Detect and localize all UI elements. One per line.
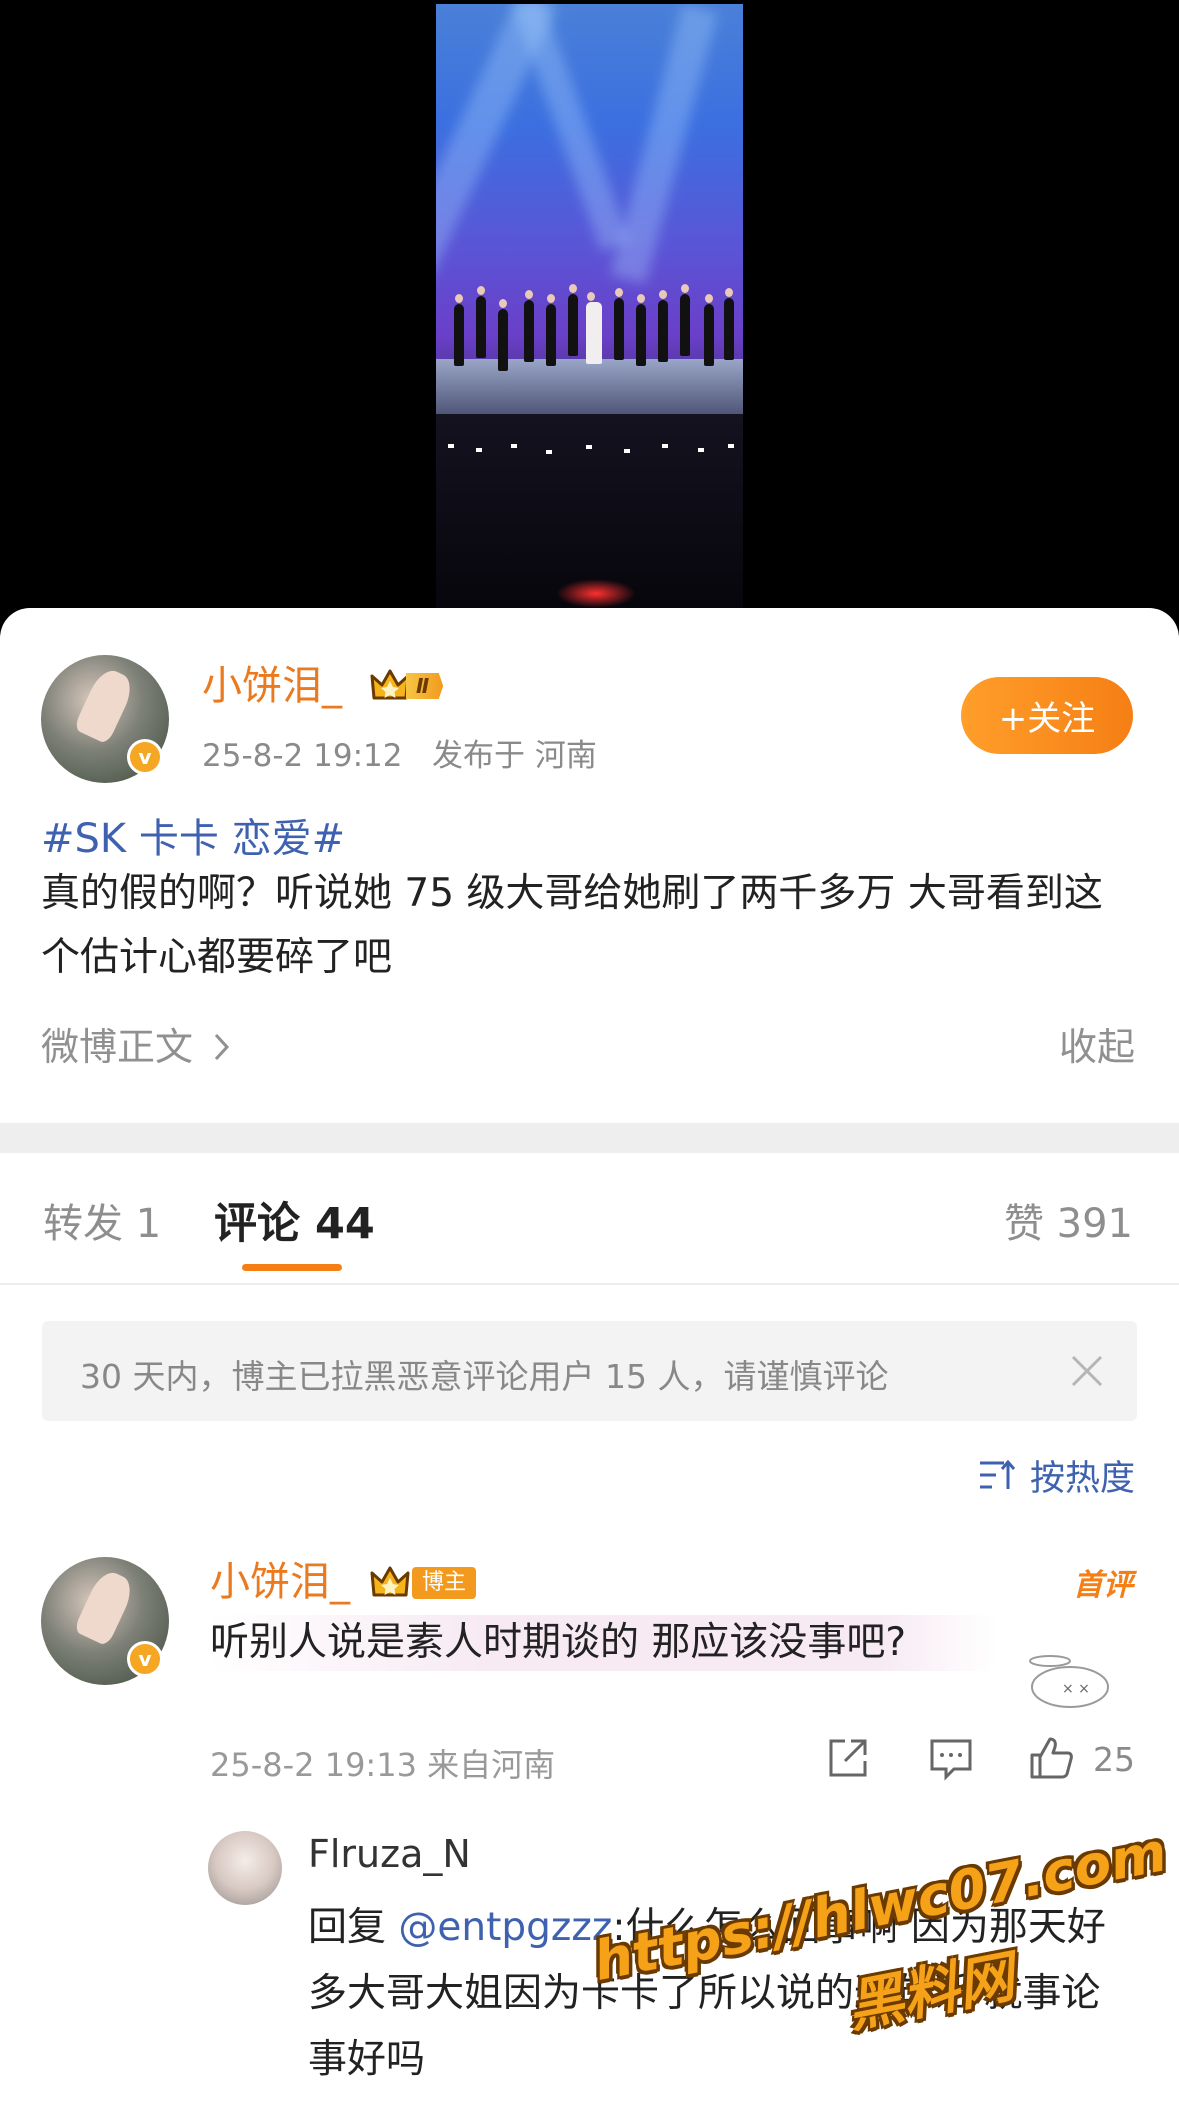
- first-comment-badge: 首评: [1073, 1568, 1133, 1603]
- chevron-right-icon: [215, 1033, 230, 1061]
- follow-button[interactable]: +关注: [961, 677, 1133, 754]
- level-tag: Ⅱ: [406, 673, 444, 699]
- member-level-badge[interactable]: Ⅱ: [370, 668, 444, 704]
- block-notice-text: 30 天内，博主已拉黑恶意评论用户 15 人，请谨慎评论: [80, 1357, 889, 1396]
- post-text: 真的假的啊？听说她 75 级大哥给她刷了两千多万 大哥看到这个估计心都要碎了吧: [41, 871, 1103, 980]
- comment-text: 听别人说是素人时期谈的 那应该没事吧?: [210, 1615, 997, 1671]
- post-meta: 25-8-2 19:12 发布于 河南: [202, 730, 597, 775]
- reply-author[interactable]: Flruza_N: [308, 1832, 471, 1876]
- sort-icon: [979, 1459, 1016, 1489]
- svg-text:× ×: × ×: [1062, 1681, 1090, 1697]
- sort-label: 按热度: [1029, 1458, 1135, 1499]
- reply-avatar[interactable]: [208, 1831, 282, 1905]
- like-icon[interactable]: [1028, 1735, 1074, 1781]
- op-tag: 博主: [412, 1567, 477, 1599]
- section-divider: [0, 1123, 1179, 1153]
- tab-comments[interactable]: 评论 44: [214, 1189, 375, 1251]
- share-icon[interactable]: [825, 1735, 871, 1781]
- reply-prefix: 回复: [308, 1905, 399, 1950]
- weibo-body-link[interactable]: 微博正文: [41, 1016, 233, 1071]
- comment-meta: 25-8-2 19:13 来自河南: [210, 1746, 556, 1784]
- tab-likes[interactable]: 赞 391: [1004, 1191, 1133, 1249]
- block-notice: 30 天内，博主已拉黑恶意评论用户 15 人，请谨慎评论: [42, 1321, 1137, 1421]
- sort-button[interactable]: 按热度: [978, 1450, 1135, 1500]
- comments-section: 30 天内，博主已拉黑恶意评论用户 15 人，请谨慎评论 按热度 v 小饼泪_ …: [0, 1285, 1179, 2113]
- tab-repost[interactable]: 转发 1: [43, 1191, 161, 1249]
- comment-icon[interactable]: [928, 1735, 974, 1781]
- video-player[interactable]: [0, 0, 1179, 612]
- post-time: 25-8-2 19:12: [202, 738, 403, 774]
- collapse-link[interactable]: 收起: [1059, 1016, 1135, 1071]
- sticker-icon: × ×: [1029, 1655, 1109, 1708]
- verified-badge-icon: v: [127, 739, 163, 775]
- like-count: 25: [1093, 1740, 1135, 1779]
- video-frame[interactable]: [436, 4, 743, 608]
- commenter-name[interactable]: 小饼泪_: [210, 1558, 350, 1606]
- crown-icon: [370, 1565, 410, 1601]
- reply-text: 回复 @entpgzzz:什么怎么回事啊 因为那天好多大哥大姐因为卡卡了所以说的…: [308, 1895, 1128, 2093]
- mention-link[interactable]: @entpgzzz: [398, 1905, 612, 1950]
- close-icon[interactable]: [1067, 1351, 1107, 1391]
- commenter-badges: 博主: [370, 1565, 477, 1601]
- post-location: 发布于 河南: [432, 738, 597, 774]
- weibo-body-link-label: 微博正文: [41, 1025, 194, 1069]
- active-tab-indicator: [242, 1264, 342, 1271]
- verified-badge-icon: v: [127, 1641, 163, 1677]
- crown-icon: [370, 668, 410, 704]
- author-name[interactable]: 小饼泪_: [202, 662, 342, 710]
- post-tabs: 转发 1 评论 44 赞 391: [0, 1153, 1179, 1285]
- hashtag-link[interactable]: #SK 卡卡 恋爱#: [41, 806, 345, 864]
- post-card: v 小饼泪_ Ⅱ 25-8-2 19:12 发布于 河南 +关注 #SK 卡卡 …: [0, 608, 1179, 1123]
